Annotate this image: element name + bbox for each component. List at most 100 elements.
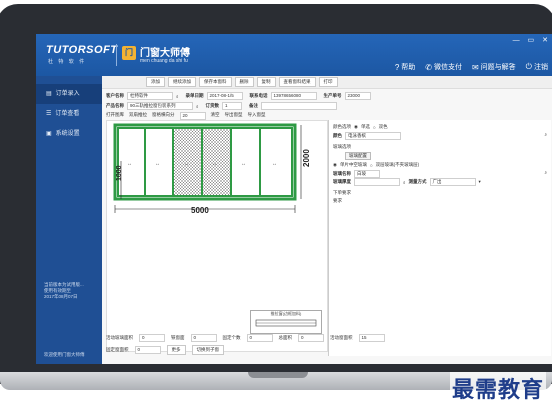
- export-button[interactable]: 导出窗型: [225, 112, 243, 120]
- measure-select[interactable]: 广出: [429, 178, 476, 186]
- split-count-field[interactable]: 20: [179, 112, 206, 120]
- sash-height-dimension: 1000: [116, 165, 123, 181]
- product-pinyin: men chuang da shi fu: [140, 58, 188, 64]
- trial-line: 2017年08月07日: [44, 294, 78, 299]
- print-button[interactable]: 打印: [318, 77, 338, 87]
- delete-button[interactable]: 删除: [234, 77, 254, 87]
- summary-field[interactable]: 0: [298, 334, 324, 342]
- copy-button[interactable]: 复制: [256, 77, 276, 87]
- glass-config-button[interactable]: 玻璃配置: [345, 152, 371, 160]
- double-glass-radio[interactable]: ○: [370, 163, 373, 168]
- action-toolbar: 添加 继续添加 保存本窗料 删除 复制 查看窗料结果 打印: [102, 76, 552, 89]
- chevron-down-icon[interactable]: ▾: [479, 179, 481, 185]
- search-icon[interactable]: ⌕: [176, 94, 179, 99]
- phone-field[interactable]: 13978656080: [270, 92, 317, 100]
- phone-label: 联系电话: [249, 93, 268, 98]
- brand-separator: [116, 44, 117, 66]
- wechat-pay-link[interactable]: ✆ 微信支付: [425, 62, 462, 72]
- note-label: 备注: [249, 103, 259, 108]
- profile-legend: 推拉窗(边框加料): [250, 310, 322, 334]
- summary-row-2: 固定窗面积 0 更多 切换到子窗: [106, 345, 385, 355]
- save-button[interactable]: 保存本窗料: [199, 77, 232, 87]
- summary-field[interactable]: 0: [246, 334, 273, 342]
- summary-row: 活动玻璃面积 0 铁窗面 0 固定个数 0 总面积 0 活动窗面积 15: [106, 334, 385, 342]
- sidebar-item-order-view[interactable]: ☰ 订单查看: [36, 104, 102, 124]
- glass-thickness-label: 玻璃厚度: [333, 179, 351, 184]
- sidebar-item-settings[interactable]: ▣ 系统设置: [36, 124, 102, 144]
- settings-icon: ▣: [46, 131, 52, 137]
- dual-color-radio[interactable]: ○: [373, 125, 376, 130]
- glass-name-row: 玻璃名称 白玻: [333, 170, 380, 178]
- search-icon[interactable]: ⌕: [403, 180, 406, 185]
- color-option-label: 颜色选项: [333, 124, 351, 129]
- wechat-pay-label: 微信支付: [433, 64, 462, 71]
- sidebar: ▤ 订单录入 ☰ 订单查看 ▣ 系统设置 当前版本为试用版... 使用有效期至 201…: [36, 76, 102, 364]
- wechat-icon: ✆: [425, 62, 432, 72]
- feedback-label: 问题与解答: [480, 64, 516, 71]
- color-label: 颜色: [333, 133, 342, 138]
- close-button[interactable]: ✕: [542, 37, 548, 44]
- glass-name-field[interactable]: 白玻: [354, 170, 380, 178]
- product-field[interactable]: 90三轨推拉窗包装系列: [127, 102, 193, 110]
- summary-field[interactable]: 15: [358, 334, 385, 342]
- help-icon: ?: [394, 62, 400, 72]
- svg-text:↔: ↔: [184, 161, 189, 167]
- order-requirement-value[interactable]: 要求: [333, 198, 342, 204]
- laptop-notch: [248, 372, 308, 378]
- search-icon[interactable]: ⌕: [544, 132, 547, 137]
- glass-section-title: 玻璃选项: [333, 144, 351, 149]
- color-field[interactable]: 电泳香槟: [345, 132, 401, 140]
- view-results-button[interactable]: 查看窗料结果: [278, 77, 316, 87]
- single-hollow-radio[interactable]: ◉: [333, 162, 337, 168]
- continue-add-button[interactable]: 继续添加: [168, 77, 196, 87]
- help-link[interactable]: ? 帮助: [395, 62, 415, 72]
- legend-profile-drawing: [255, 319, 317, 327]
- search-icon[interactable]: ⌕: [544, 170, 547, 175]
- product-row: 产品名称 90三轨推拉窗包装系列 ⌕ 订货数 1 备注: [106, 102, 338, 110]
- svg-text:↔: ↔: [241, 161, 246, 167]
- logout-link[interactable]: ⏻ 注销: [526, 62, 548, 72]
- open-library-button[interactable]: 打开图库: [106, 112, 124, 120]
- qty-field[interactable]: 1: [222, 102, 243, 110]
- switch-subwindow-button[interactable]: 切换到子窗: [191, 345, 224, 355]
- date-field[interactable]: 2017-08-1/5: [206, 92, 243, 100]
- import-button[interactable]: 导入窗型: [248, 112, 266, 120]
- header-links: ? 帮助 ✆ 微信支付 ✉ 问题与解答 ⏻ 注销: [395, 62, 548, 72]
- double-glass-label: 双层玻璃(不夹玻璃层): [375, 162, 420, 167]
- glass-thickness-field[interactable]: [354, 178, 400, 186]
- date-label: 录单日期: [185, 93, 204, 98]
- fixed-area-field[interactable]: 0: [134, 346, 161, 354]
- svg-text:↔: ↔: [272, 161, 277, 167]
- double-slide-button[interactable]: 双扇推拉: [129, 112, 147, 120]
- glass-name-label: 玻璃名称: [333, 171, 351, 176]
- summary-field[interactable]: 0: [139, 334, 165, 342]
- single-hollow-label: 单片中空玻璃: [339, 162, 367, 167]
- sidebar-item-label: 系统设置: [55, 131, 80, 137]
- height-dimension: 2000: [302, 149, 311, 167]
- sidebar-item-label: 订单查看: [55, 111, 80, 117]
- feedback-icon: ✉: [471, 62, 479, 72]
- summary-label: 活动窗面积: [330, 335, 353, 340]
- feedback-link[interactable]: ✉ 问题与解答: [472, 62, 516, 72]
- search-icon[interactable]: ⌕: [196, 104, 199, 109]
- summary-label: 活动玻璃面积: [106, 335, 133, 340]
- clear-button[interactable]: 清空: [211, 112, 220, 120]
- customer-field[interactable]: 杜特软件: [127, 92, 173, 100]
- minimize-button[interactable]: —: [513, 37, 520, 44]
- single-color-radio[interactable]: ◉: [354, 124, 358, 130]
- glass-config-label: 玻璃配置: [345, 152, 371, 160]
- customer-row: 客户名称 杜特软件 ⌕ 录单日期 2017-08-1/5 联系电话 139786…: [106, 92, 371, 100]
- order-requirement-label: 下单要求: [333, 190, 351, 195]
- trial-info: 当前版本为试用版... 使用有效期至 2017年08月07日: [44, 282, 84, 300]
- note-field[interactable]: [261, 102, 338, 110]
- maximize-button[interactable]: ▭: [528, 37, 535, 44]
- sidebar-item-order-entry[interactable]: ▤ 订单录入: [36, 84, 102, 104]
- drawing-toolbar: 打开图库 双扇推拉 窗格横向分 20 清空 导出窗型 导入窗型: [106, 112, 266, 120]
- app-header: TUTORSOFT 杜 特 软 件 门 门窗大师傅 men chuang da …: [36, 34, 552, 76]
- add-button[interactable]: 添加: [146, 77, 165, 87]
- summary-field[interactable]: 0: [190, 334, 217, 342]
- brand-subtitle: 杜 特 软 件: [48, 59, 87, 65]
- split-horizontal-button[interactable]: 窗格横向分: [152, 112, 175, 120]
- more-button[interactable]: 更多: [166, 345, 186, 355]
- order-no-field[interactable]: 23000: [344, 92, 371, 100]
